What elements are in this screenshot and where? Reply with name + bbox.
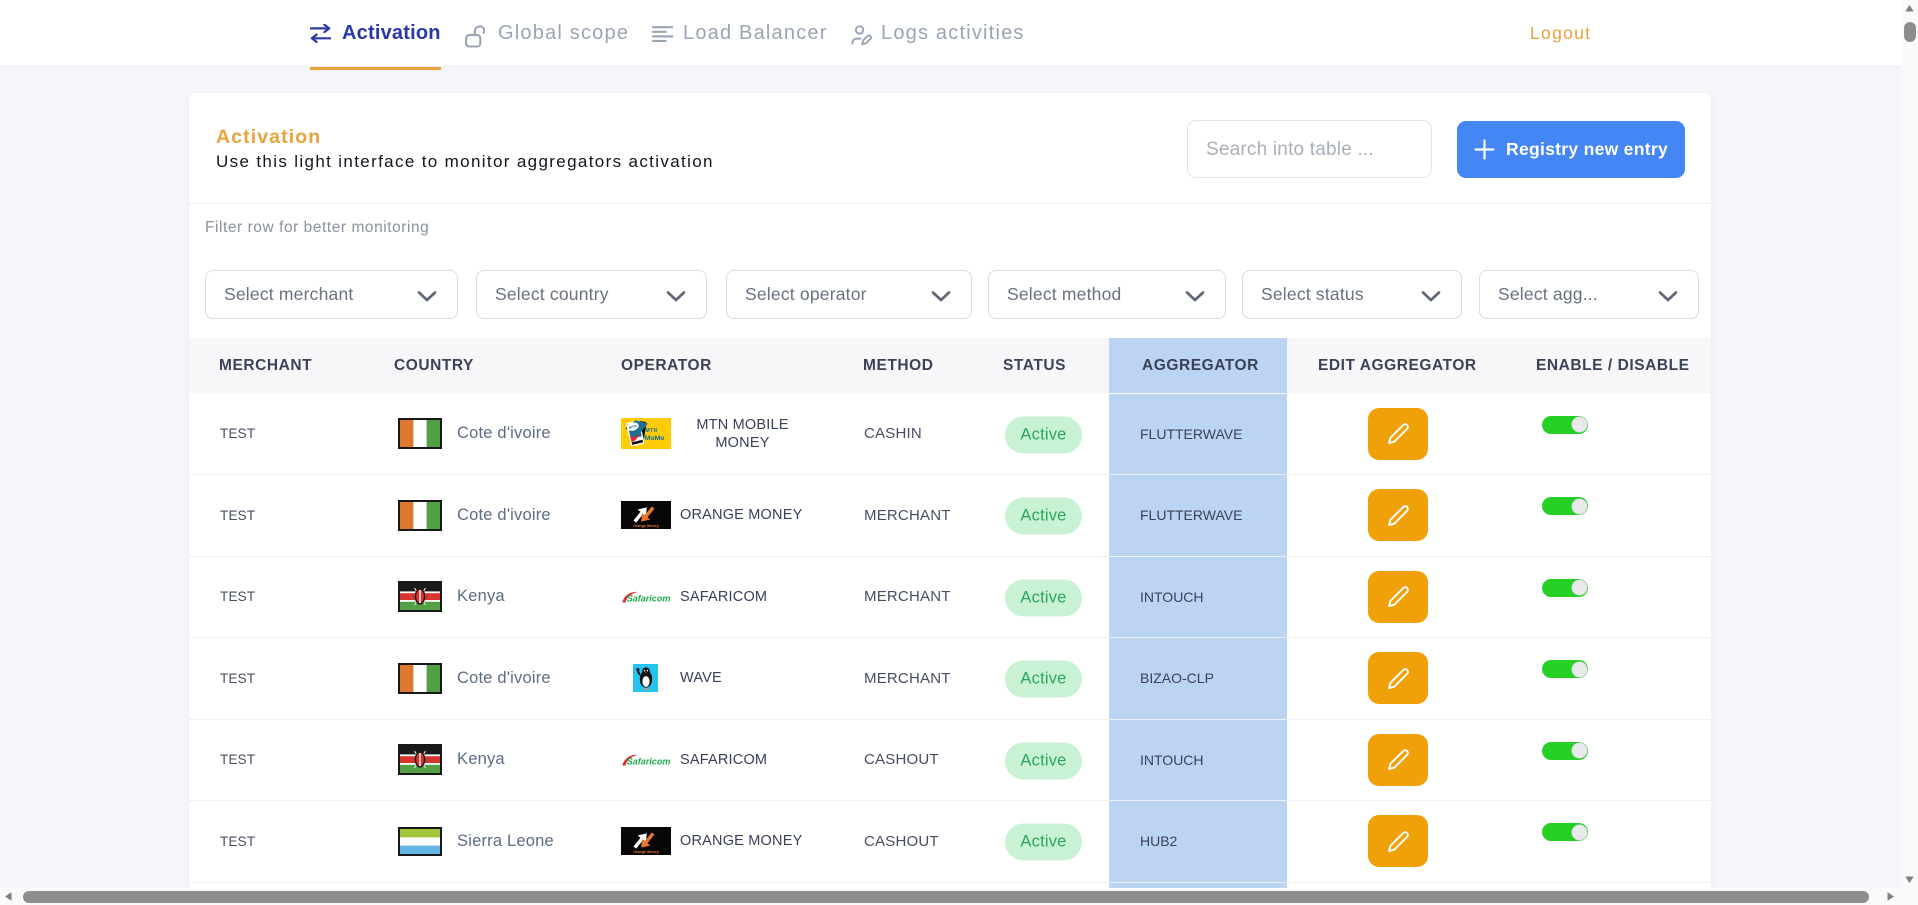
svg-text:Orange Money: Orange Money xyxy=(633,524,660,528)
svg-text:MoMo: MoMo xyxy=(645,435,665,442)
svg-text:Orange Money: Orange Money xyxy=(633,850,660,854)
svg-text:Safaricom: Safaricom xyxy=(627,593,671,603)
svg-text:Safaricom: Safaricom xyxy=(627,756,671,766)
svg-text:MTN: MTN xyxy=(646,428,658,434)
